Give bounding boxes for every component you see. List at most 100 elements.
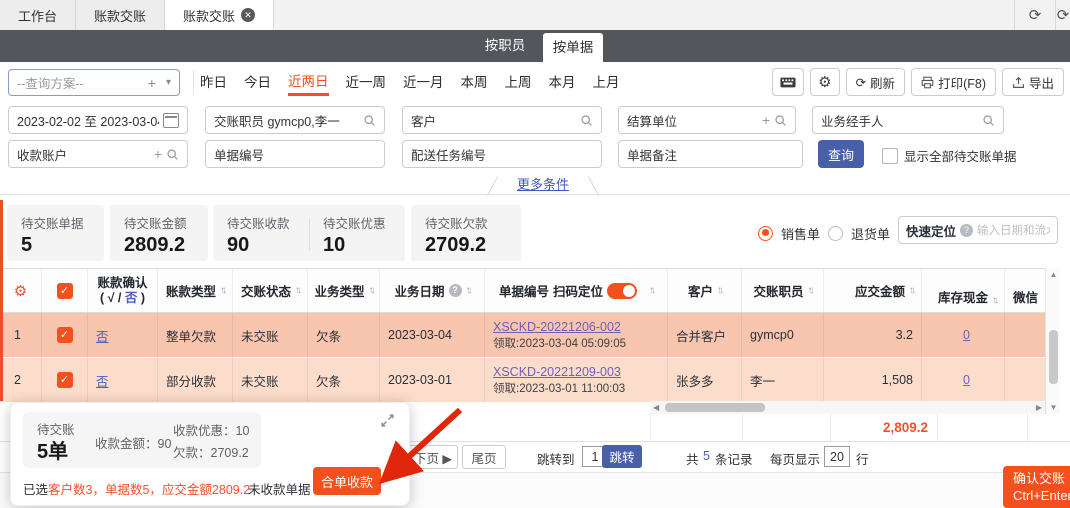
plus-icon[interactable]: + [762,112,770,128]
header-settle-status[interactable]: 交账状态↑↓ [233,269,308,312]
plus-icon[interactable]: + [148,75,156,91]
sort-icon[interactable]: ↑↓ [808,285,812,296]
close-icon[interactable]: ✕ [241,8,255,22]
header-biz-date[interactable]: 业务日期?↑↓ [380,269,485,312]
scroll-up-icon[interactable]: ▲ [1046,270,1061,279]
scroll-right-icon[interactable]: ▶ [1036,403,1042,412]
date-range-input[interactable]: 2023-02-02 至 2023-03-04 [8,106,188,134]
sort-icon[interactable]: ↑↓ [992,295,996,306]
settle-unit-input[interactable]: 结算单位 + [618,106,796,134]
header-biz-type[interactable]: 业务类型↑↓ [308,269,380,312]
header-amount-due[interactable]: 应交金额↑↓ [824,269,922,312]
sort-icon[interactable]: ↑↓ [717,285,721,296]
tab-workbench[interactable]: 工作台 [0,0,76,30]
scan-locate-toggle-on[interactable] [607,283,637,299]
help-icon[interactable]: ? [449,284,462,297]
search-icon[interactable] [363,114,376,127]
confirm-settle-button[interactable]: 确认交账 Ctrl+Enter [1003,466,1070,508]
tab-by-document[interactable]: 按单据 [543,33,603,62]
export-button[interactable]: 导出 [1002,68,1064,96]
header-customer[interactable]: 客户↑↓ [668,269,742,312]
last-page-button[interactable]: 尾页 [462,445,506,469]
shortcut-lastweek[interactable]: 近一周 [346,71,387,94]
header-cash[interactable]: 库存现金↑↓ [922,269,1005,312]
scrollbar-thumb[interactable] [1049,330,1058,384]
radio-return[interactable] [828,226,843,241]
search-icon[interactable] [166,148,179,161]
settings-button[interactable]: ⚙ [810,68,839,96]
shortcut-prevweek[interactable]: 上周 [505,71,532,94]
help-icon[interactable]: ? [960,224,973,237]
row-checkbox-cell[interactable]: ✓ [42,313,88,357]
cash-link[interactable]: 0 [963,328,970,342]
agent-input[interactable]: 业务经手人 [812,106,1004,134]
header-account-type[interactable]: 账款类型↑↓ [158,269,233,312]
sort-icon[interactable]: ↑↓ [466,285,470,296]
calendar-icon[interactable] [163,113,179,128]
settle-staff-input[interactable]: 交账职员 gymcp0,李一 [205,106,385,134]
plus-icon[interactable]: + [154,146,162,162]
customer-input[interactable]: 客户 [402,106,602,134]
expand-icon[interactable] [380,413,395,433]
radio-sale-selected[interactable] [758,226,773,241]
column-settings[interactable]: ⚙ [0,269,42,312]
scrollbar-thumb[interactable] [665,403,765,412]
sort-icon[interactable]: ↑↓ [220,285,224,296]
search-icon[interactable] [982,114,995,127]
shortcut-today[interactable]: 今日 [244,71,271,94]
keyboard-button[interactable] [772,68,804,96]
tab-account-settle-1[interactable]: 账款交账 [76,0,165,30]
confirm-link[interactable]: 否 [96,326,109,345]
doc-remark-input[interactable]: 单据备注 [618,140,803,168]
per-page-input[interactable]: 20 [824,446,850,467]
vertical-scrollbar[interactable]: ▲ ▼ [1045,268,1060,414]
checkbox-checked[interactable]: ✓ [57,283,73,299]
receive-account-input[interactable]: 收款账户 + [8,140,188,168]
scroll-left-icon[interactable]: ◀ [653,403,659,412]
horizontal-scrollbar[interactable]: ◀ ▶ [650,401,1045,414]
scroll-down-icon[interactable]: ▼ [1046,403,1061,412]
sort-icon[interactable]: ↑↓ [295,285,299,296]
sort-icon[interactable]: ↑↓ [909,285,913,296]
merge-receive-button[interactable]: 合单收款 [313,467,381,495]
checkbox-checked[interactable]: ✓ [57,372,73,388]
sort-icon[interactable]: ↑↓ [369,285,373,296]
header-settle-staff[interactable]: 交账职员↑↓ [742,269,824,312]
shortcut-lastmonth[interactable]: 近一月 [403,71,444,94]
doc-number-link[interactable]: XSCKD-20221206-002 [493,320,621,334]
query-scheme-select[interactable]: --查询方案-- + ▾ [8,69,180,96]
tab-account-settle-2[interactable]: 账款交账 ✕ [165,0,274,30]
confirm-link[interactable]: 否 [96,371,109,390]
row-checkbox-cell[interactable]: ✓ [42,358,88,402]
refresh-icon[interactable]: ⟳ [1015,6,1055,24]
shortcut-thisweek[interactable]: 本周 [461,71,488,94]
cash-link[interactable]: 0 [963,373,970,387]
doc-number-link[interactable]: XSCKD-20221209-003 [493,365,621,379]
query-button[interactable]: 查询 [818,140,864,168]
search-icon[interactable] [580,114,593,127]
header-wechat-clipped[interactable]: 微信 [1005,269,1045,312]
shortcut-yesterday[interactable]: 昨日 [200,71,227,94]
shortcut-prevmonth[interactable]: 上月 [593,71,620,94]
chevron-down-icon[interactable]: ▾ [166,77,171,88]
search-icon[interactable] [774,114,787,127]
quick-locate-input[interactable]: 快速定位 ? 输入日期和流水号 [898,216,1058,244]
refresh-button[interactable]: ⟳ 刷新 [846,68,906,96]
next-page-button[interactable]: 下页 ▶ [408,445,458,469]
sort-icon[interactable]: ↑↓ [649,285,653,296]
gear-icon[interactable]: ⚙ [14,282,27,300]
jump-button[interactable]: 跳转 [602,445,642,468]
table-row[interactable]: 2 ✓ 否 部分收款 未交账 欠条 2023-03-01 XSCKD-20221… [0,357,1045,402]
more-tools-icon[interactable]: ⟳ [1056,6,1070,24]
select-all-cell[interactable]: ✓ [42,269,88,312]
print-button[interactable]: 打印(F8) [911,68,996,96]
tab-by-staff[interactable]: 按职员 [470,30,540,62]
delivery-task-input[interactable]: 配送任务编号 [402,140,602,168]
show-all-checkbox[interactable] [882,148,898,164]
doc-number-input[interactable]: 单据编号 [205,140,385,168]
header-doc-number[interactable]: 单据编号 扫码定位 ↑↓ [485,269,668,312]
shortcut-thismonth[interactable]: 本月 [549,71,576,94]
more-conditions[interactable]: 更多条件 [488,173,598,194]
checkbox-checked[interactable]: ✓ [57,327,73,343]
shortcut-last2days[interactable]: 近两日 [288,70,329,96]
